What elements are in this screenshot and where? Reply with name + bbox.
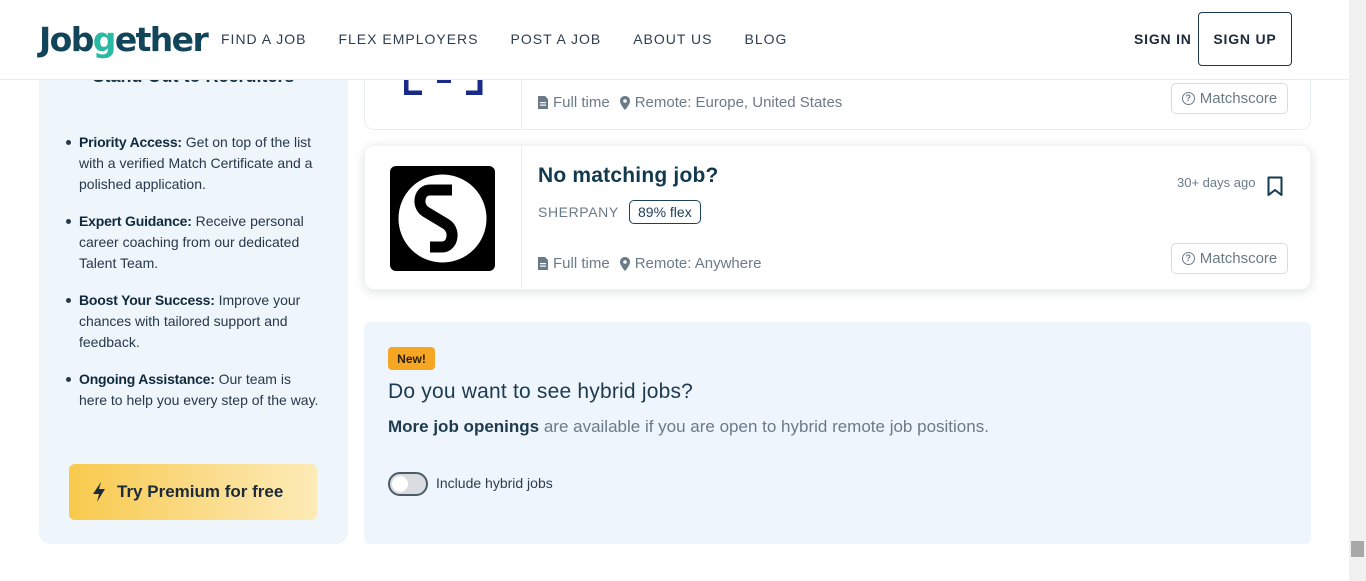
try-premium-button[interactable]: Try Premium for free bbox=[69, 464, 317, 520]
list-item: Boost Your Success: Improve your chances… bbox=[66, 290, 319, 353]
job-location: Remote: Europe, United States bbox=[634, 94, 843, 111]
question-icon: ? bbox=[1181, 252, 1195, 265]
job-meta: Full time Remote: Europe, United States bbox=[538, 94, 842, 111]
list-item: Ongoing Assistance: Our team is here to … bbox=[66, 369, 319, 411]
hybrid-jobs-panel: New! Do you want to see hybrid jobs? Mor… bbox=[364, 322, 1311, 544]
matchscore-button[interactable]: ? Matchscore bbox=[1171, 243, 1288, 274]
premium-benefits-list: Priority Access: Get on top of the list … bbox=[66, 132, 319, 427]
company-logo-column bbox=[365, 146, 522, 289]
job-card[interactable]: No matching job? SHERPANY 89% flex 30+ d… bbox=[364, 145, 1311, 290]
jobgether-logo[interactable]: Jobgether bbox=[39, 18, 209, 62]
lightning-bolt-icon bbox=[93, 482, 105, 502]
premium-sidebar-card: Stand Out to Recruiters Priority Access:… bbox=[39, 30, 348, 544]
sign-in-link[interactable]: SIGN IN bbox=[1134, 30, 1192, 48]
toggle-knob bbox=[392, 476, 408, 492]
sherpany-logo bbox=[390, 166, 495, 271]
job-location: Remote: Anywhere bbox=[634, 255, 762, 272]
posted-time: 30+ days ago bbox=[1177, 175, 1256, 190]
site-header: Jobgether FIND A JOB FLEX EMPLOYERS POST… bbox=[0, 0, 1349, 80]
main-nav: FIND A JOB FLEX EMPLOYERS POST A JOB ABO… bbox=[221, 30, 819, 48]
include-hybrid-label[interactable]: Include hybrid jobs bbox=[436, 475, 553, 491]
job-meta: Full time Remote: Anywhere bbox=[538, 255, 761, 272]
page-scrollbar-thumb[interactable] bbox=[1351, 541, 1364, 557]
hybrid-title: Do you want to see hybrid jobs? bbox=[388, 380, 694, 403]
nav-find-a-job[interactable]: FIND A JOB bbox=[221, 30, 306, 48]
nav-post-a-job[interactable]: POST A JOB bbox=[511, 30, 602, 48]
nav-blog[interactable]: BLOG bbox=[745, 30, 788, 48]
job-type: Full time bbox=[553, 94, 610, 111]
new-badge: New! bbox=[388, 347, 435, 370]
flex-score-badge: 89% flex bbox=[629, 200, 701, 224]
location-pin-icon bbox=[619, 95, 630, 110]
job-type: Full time bbox=[553, 255, 610, 272]
page-scrollbar-track[interactable] bbox=[1349, 0, 1366, 581]
job-title[interactable]: No matching job? bbox=[538, 164, 719, 188]
location-pin-icon bbox=[619, 256, 630, 271]
hybrid-description: More job openings are available if you a… bbox=[388, 417, 989, 436]
matchscore-button[interactable]: ? Matchscore bbox=[1171, 83, 1288, 114]
list-item: Expert Guidance: Receive personal career… bbox=[66, 211, 319, 274]
document-icon bbox=[538, 257, 548, 270]
nav-about-us[interactable]: ABOUT US bbox=[633, 30, 712, 48]
company-name[interactable]: SHERPANY bbox=[538, 204, 619, 220]
nav-flex-employers[interactable]: FLEX EMPLOYERS bbox=[338, 30, 478, 48]
bookmark-icon[interactable] bbox=[1267, 176, 1283, 197]
question-icon: ? bbox=[1181, 92, 1195, 105]
document-icon bbox=[538, 96, 548, 109]
include-hybrid-toggle[interactable] bbox=[388, 472, 428, 496]
sign-up-button[interactable]: SIGN UP bbox=[1198, 12, 1292, 66]
list-item: Priority Access: Get on top of the list … bbox=[66, 132, 319, 195]
